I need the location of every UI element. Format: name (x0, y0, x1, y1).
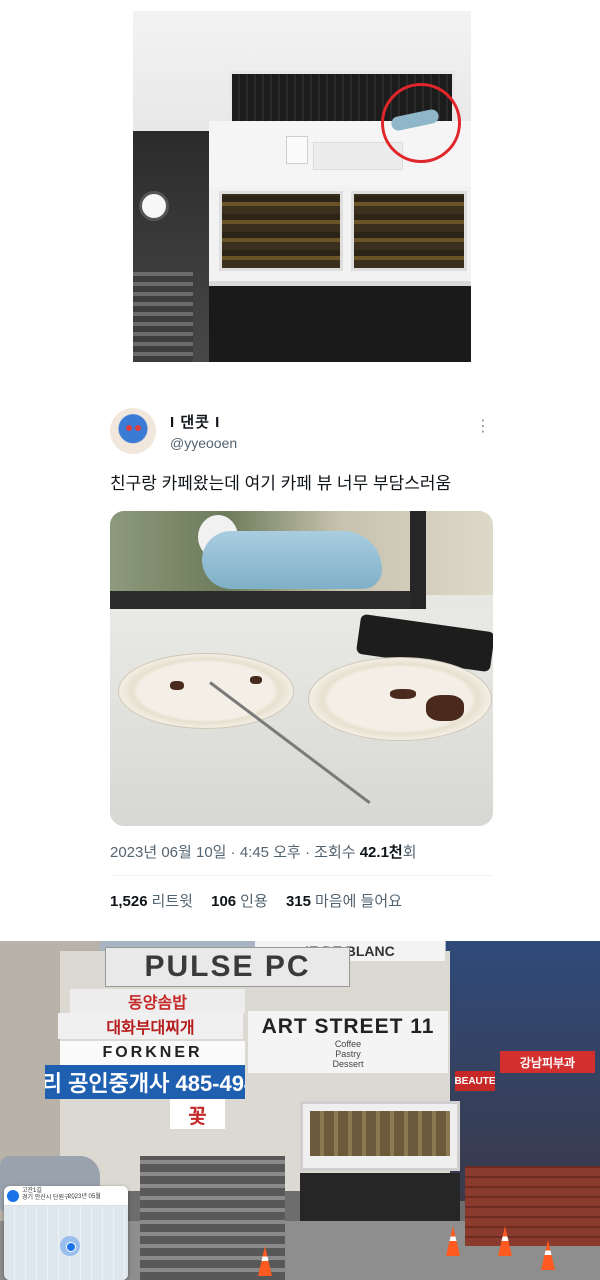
sign-forkner: FORKNER (60, 1041, 245, 1065)
retweets-count: 1,526 (110, 893, 148, 910)
stairs (133, 271, 193, 362)
avatar-eye-left (126, 425, 132, 431)
window-frame (110, 591, 420, 609)
views-suffix: 회 (402, 844, 417, 861)
tweet-timestamp: 2023년 06월 10일 · 4:45 오후 · 조회수 42.1천회 (110, 844, 417, 861)
sculpture-body (202, 531, 382, 589)
divider (110, 875, 493, 876)
location-pin-icon (7, 1190, 19, 1202)
tweet-time[interactable]: 4:45 오후 (240, 844, 301, 861)
retweets-stat[interactable]: 1,526 리트윗 (110, 893, 193, 910)
tweet-text: 친구랑 카페왔는데 여기 카페 뷰 너무 부담스러움 (110, 474, 452, 493)
sign-flower: 꽃 (170, 1099, 225, 1129)
quotes-stat[interactable]: 106 인용 (211, 893, 268, 910)
brick-wall (465, 1166, 600, 1246)
likes-label: 마음에 들어요 (314, 893, 402, 910)
sign-realtor: 우리 공인중개사 485-4949 (45, 1065, 245, 1099)
cake-crumb (426, 695, 464, 721)
tweet-photo[interactable] (110, 511, 493, 826)
likes-stat[interactable]: 315 마음에 들어요 (286, 893, 402, 910)
sign-dongyang: 동양솜밥 (70, 989, 245, 1013)
likes-count: 315 (285, 893, 311, 910)
art-street-sub-pastry: Pastry (335, 1049, 361, 1059)
engagement-stats: 1,526 리트윗 106 인용 315 마음에 들어요 (110, 890, 416, 911)
cake-crumb (390, 689, 416, 699)
plate-left (118, 653, 294, 729)
art-street-sub-coffee: Coffee (334, 1039, 362, 1049)
red-highlight-circle (381, 83, 461, 163)
street-view-mini-map[interactable]: 고잔1길 경기 안산시 단원구 ... 2023년 05월 (4, 1186, 128, 1280)
quotes-label: 인용 (240, 893, 268, 910)
avatar-eye-right (135, 425, 141, 431)
tweet-date[interactable]: 2023년 06월 10일 (110, 844, 226, 861)
mini-map-date[interactable]: 2023년 05월 (68, 1191, 101, 1200)
sign-daehwa: 대화부대찌개 (58, 1013, 243, 1039)
sign-art-street: ART STREET 11 Coffee Pastry Dessert (248, 1011, 448, 1073)
sign-pulse-pc: PULSE PC (105, 947, 350, 987)
cafe-window-right (351, 191, 467, 271)
display-name[interactable]: I 댄콧 I (170, 411, 220, 432)
mini-map-header: 고잔1길 경기 안산시 단원구 ... 2023년 05월 (4, 1186, 128, 1206)
garage-entrance (209, 286, 471, 362)
wall-lamp (286, 136, 308, 164)
plate-right (308, 657, 492, 741)
art-street-title: ART STREET 11 (261, 1015, 435, 1038)
views-count: 42.1천 (359, 844, 403, 861)
current-location-icon (60, 1236, 80, 1256)
art-street-sub-dessert: Dessert (332, 1059, 364, 1069)
cake-crumb (170, 681, 184, 690)
retweets-label: 리트윗 (151, 893, 193, 910)
clock-sign (139, 191, 169, 221)
mini-map-location-name: 고잔1길 (22, 1188, 42, 1194)
cafe-window-street (310, 1111, 450, 1156)
user-handle[interactable]: @yyeooen (170, 435, 237, 451)
avatar[interactable] (110, 408, 156, 454)
building-photo (133, 11, 471, 362)
quotes-count: 106 (211, 893, 237, 910)
views-label: 조회수 (314, 844, 356, 861)
sign-kangnam-clinic: 강남피부과 (500, 1051, 595, 1073)
cafe-window-left (219, 191, 343, 271)
window-mullion (410, 511, 426, 621)
more-vertical-icon[interactable]: ⋮ (475, 419, 491, 435)
garage-street (300, 1173, 460, 1228)
cake-crumb (250, 676, 262, 684)
sign-beaute: BEAUTE (455, 1071, 495, 1091)
